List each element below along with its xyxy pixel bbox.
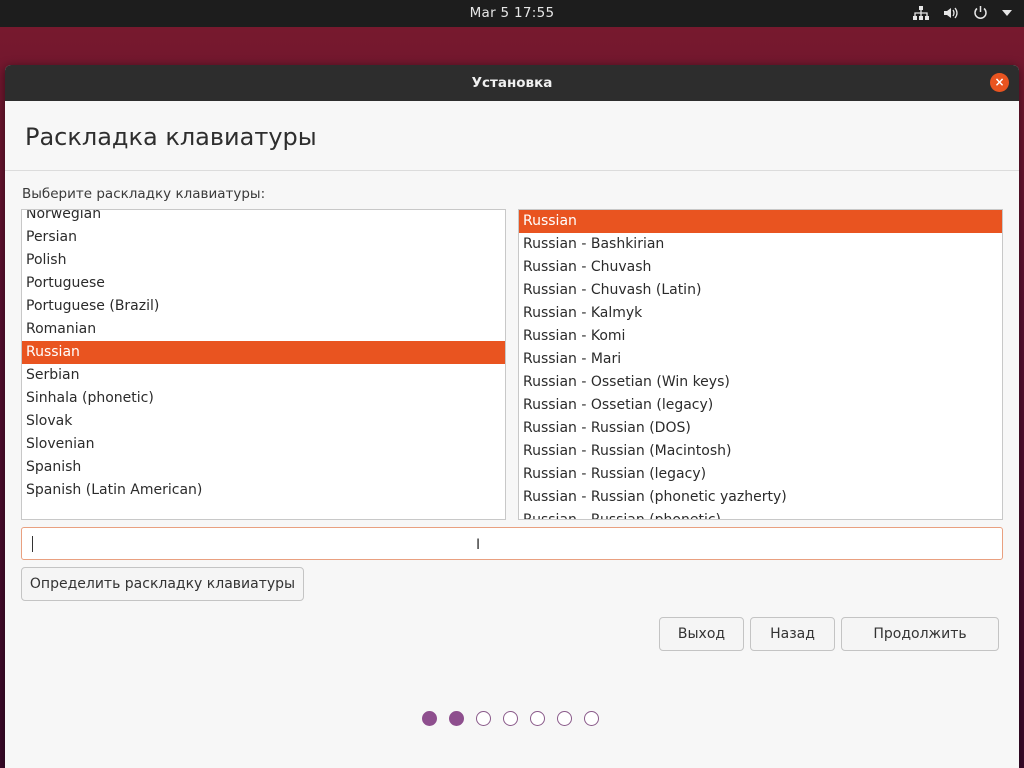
layout-prompt-label: Выберите раскладку клавиатуры:	[22, 186, 266, 202]
layout-list-item[interactable]: Polish	[22, 249, 505, 272]
variant-list-item[interactable]: Russian - Russian (legacy)	[519, 463, 1002, 486]
back-button[interactable]: Назад	[750, 617, 835, 651]
ibeam-cursor-icon: I	[476, 537, 481, 553]
layout-list-item[interactable]: Slovenian	[22, 433, 505, 456]
progress-dot	[584, 711, 599, 726]
variant-list-item[interactable]: Russian - Mari	[519, 348, 1002, 371]
variant-list-item[interactable]: Russian - Ossetian (legacy)	[519, 394, 1002, 417]
quit-button[interactable]: Выход	[659, 617, 744, 651]
layout-list-item[interactable]: Sinhala (phonetic)	[22, 387, 505, 410]
progress-dot	[476, 711, 491, 726]
network-icon[interactable]	[913, 5, 929, 20]
window-title: Установка	[471, 75, 553, 91]
page-title: Раскладка клавиатуры	[25, 123, 317, 151]
page-header: Раскладка клавиатуры	[5, 101, 1019, 171]
variant-list-item[interactable]: Russian - Kalmyk	[519, 302, 1002, 325]
volume-icon[interactable]	[943, 6, 959, 20]
layout-list-item[interactable]: Romanian	[22, 318, 505, 341]
variant-list-item[interactable]: Russian - Ossetian (Win keys)	[519, 371, 1002, 394]
layout-list-item[interactable]: Slovak	[22, 410, 505, 433]
layout-list-item[interactable]: Persian	[22, 226, 505, 249]
progress-dots	[422, 711, 599, 726]
layout-list-item[interactable]: Spanish (Latin American)	[22, 479, 505, 502]
variant-list-item[interactable]: Russian - Chuvash	[519, 256, 1002, 279]
variant-list-item[interactable]: Russian - Komi	[519, 325, 1002, 348]
layout-list-item[interactable]: Norwegian	[22, 210, 505, 226]
system-tray[interactable]	[913, 5, 1012, 20]
progress-dot	[449, 711, 464, 726]
variant-list-item[interactable]: Russian - Russian (DOS)	[519, 417, 1002, 440]
keyboard-test-input[interactable]: I	[21, 527, 1003, 560]
top-bar: Mar 5 17:55	[0, 0, 1024, 27]
variant-list-item[interactable]: Russian	[519, 210, 1002, 233]
variant-list-item[interactable]: Russian - Russian (Macintosh)	[519, 440, 1002, 463]
detect-layout-button[interactable]: Определить раскладку клавиатуры	[21, 567, 304, 601]
title-bar[interactable]: Установка ×	[5, 65, 1019, 101]
continue-button[interactable]: Продолжить	[841, 617, 999, 651]
variant-list[interactable]: Russian Russian - Bashkirian Russian - Chu…	[518, 209, 1003, 520]
text-caret	[32, 536, 33, 552]
variant-list-item[interactable]: Russian - Bashkirian	[519, 233, 1002, 256]
variant-list-item[interactable]: Russian - Chuvash (Latin)	[519, 279, 1002, 302]
layout-list-item[interactable]: Russian	[22, 341, 505, 364]
layout-list-item[interactable]: Serbian	[22, 364, 505, 387]
layout-list-item[interactable]: Portuguese	[22, 272, 505, 295]
variant-list-item[interactable]: Russian - Russian (phonetic)	[519, 509, 1002, 519]
close-button[interactable]: ×	[990, 73, 1009, 92]
power-icon[interactable]	[973, 5, 988, 20]
clock[interactable]: Mar 5 17:55	[0, 5, 1024, 21]
progress-dot	[503, 711, 518, 726]
progress-dot	[422, 711, 437, 726]
layout-list-item[interactable]: Spanish	[22, 456, 505, 479]
progress-dot	[557, 711, 572, 726]
installer-window: Установка × Раскладка клавиатуры Выберит…	[5, 65, 1019, 768]
progress-dot	[530, 711, 545, 726]
menu-dropdown-icon[interactable]	[1002, 9, 1012, 17]
layout-list-item[interactable]: Portuguese (Brazil)	[22, 295, 505, 318]
variant-list-item[interactable]: Russian - Russian (phonetic yazherty)	[519, 486, 1002, 509]
layout-list[interactable]: Norwegian Persian Polish Portuguese Portugue…	[21, 209, 506, 520]
